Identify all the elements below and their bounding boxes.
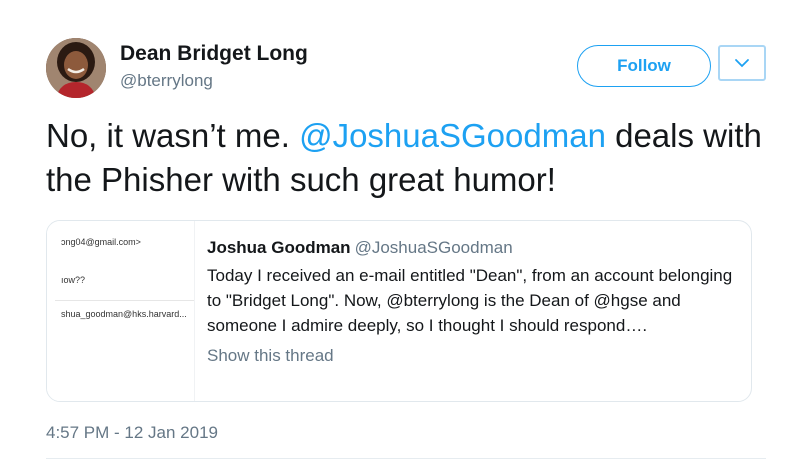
quoted-tweet-text: Today I received an e-mail entitled "Dea… — [207, 266, 733, 335]
author-avatar[interactable] — [46, 38, 106, 98]
tweet-timestamp[interactable]: 4:57 PM - 12 Jan 2019 — [46, 423, 218, 443]
quoted-tweet-thumbnail[interactable]: ɔng04@gmail.com> ıow?? shua_goodman@hks.… — [47, 221, 195, 401]
tweet-text-before: No, it wasn’t me. — [46, 117, 300, 154]
follow-button[interactable]: Follow — [577, 45, 711, 87]
quoted-tweet-body: Joshua Goodman @JoshuaSGoodman Today I re… — [207, 237, 737, 366]
quoted-author-name: Joshua Goodman — [207, 238, 351, 257]
tweet-mention-link[interactable]: @JoshuaSGoodman — [299, 117, 606, 154]
quoted-tweet-card[interactable]: ɔng04@gmail.com> ıow?? shua_goodman@hks.… — [46, 220, 752, 402]
thumbnail-divider — [55, 300, 194, 301]
show-thread-link[interactable]: Show this thread — [207, 346, 737, 366]
tweet-menu-button[interactable] — [718, 45, 766, 81]
divider — [46, 458, 766, 459]
chevron-down-icon — [735, 59, 749, 68]
author-name[interactable]: Dean Bridget Long — [120, 42, 308, 66]
author-handle[interactable]: @bterrylong — [120, 71, 213, 91]
quoted-tweet-header: Joshua Goodman @JoshuaSGoodman — [207, 237, 737, 259]
thumbnail-text-line: ıow?? — [61, 275, 86, 285]
tweet-text: No, it wasn’t me. @JoshuaSGoodman deals … — [46, 114, 766, 202]
avatar-photo — [46, 38, 106, 98]
thumbnail-text-line: ɔng04@gmail.com> — [61, 237, 141, 247]
thumbnail-text-line: shua_goodman@hks.harvard... — [61, 309, 187, 319]
quoted-author-handle: @JoshuaSGoodman — [354, 238, 513, 257]
